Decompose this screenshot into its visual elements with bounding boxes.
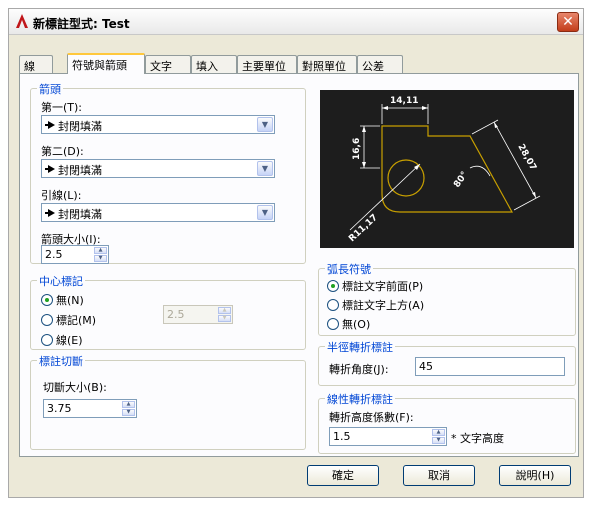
autocad-logo-icon [16, 14, 28, 28]
dim-angle-text: 80° [452, 170, 470, 190]
spin-down-icon[interactable]: ▼ [94, 255, 107, 262]
arrowheads-title: 箭頭 [37, 81, 63, 97]
chevron-down-icon[interactable]: ▼ [257, 117, 273, 132]
jog-height-label: 轉折高度係數(F): [329, 411, 414, 424]
spinner-buttons[interactable]: ▲ ▼ [432, 429, 445, 444]
radius-jog-title: 半徑轉折標註 [325, 339, 395, 355]
arc-none-label: 無(O) [342, 318, 371, 331]
spin-down-icon: ▼ [218, 315, 231, 322]
center-line-radio[interactable]: 線(E) [41, 332, 83, 348]
close-button[interactable]: ✕ [557, 12, 579, 32]
second-arrow-combo[interactable]: 封閉填滿 ▼ [41, 159, 275, 178]
radio-icon[interactable] [41, 334, 53, 346]
jog-angle-input[interactable]: 45 [415, 357, 565, 376]
radio-selected-icon[interactable] [41, 294, 53, 306]
title-bar: 新標註型式: Test ✕ [9, 9, 583, 35]
center-line-label: 線(E) [56, 334, 83, 347]
break-size-spinner[interactable]: 3.75 ▲ ▼ [43, 399, 137, 418]
spinner-buttons: ▲ ▼ [218, 307, 231, 322]
jog-height-suffix: * 文字高度 [451, 432, 504, 445]
center-none-label: 無(N) [56, 294, 84, 307]
spin-up-icon[interactable]: ▲ [122, 401, 135, 408]
center-none-radio[interactable]: 無(N) [41, 292, 84, 308]
tab-fit[interactable]: 填入 [191, 55, 237, 73]
window-title: 新標註型式: Test [33, 17, 130, 31]
linear-jog-group: 線性轉折標註 轉折高度係數(F): 1.5 ▲ ▼ * 文字高度 [318, 391, 576, 454]
dim-top-text: 14,11 [390, 96, 418, 106]
preview-drawing: 14,11 16,6 28,07 80° R11,17 [347, 96, 541, 244]
radio-selected-icon[interactable] [327, 280, 339, 292]
spin-up-icon[interactable]: ▲ [94, 247, 107, 254]
arrow-size-spinner[interactable]: 2.5 ▲ ▼ [41, 245, 109, 264]
arc-above-radio[interactable]: 標註文字上方(A) [327, 297, 424, 313]
break-size-label: 切斷大小(B): [43, 381, 107, 394]
first-arrow-label: 第一(T): [41, 101, 83, 114]
tab-symbols-arrows[interactable]: 符號與箭頭 [67, 53, 145, 74]
arc-before-label: 標註文字前面(P) [342, 280, 424, 293]
tab-tolerances[interactable]: 公差 [357, 55, 403, 73]
dim-right-text: 28,07 [515, 143, 538, 173]
radio-icon[interactable] [327, 318, 339, 330]
arrow-size-value: 2.5 [45, 248, 63, 261]
center-mark-radio[interactable]: 標記(M) [41, 312, 96, 328]
dimension-style-dialog: 新標註型式: Test ✕ 線 符號與箭頭 文字 填入 主要單位 對照單位 公差… [8, 8, 584, 498]
jog-angle-label: 轉折角度(J): [329, 363, 389, 376]
first-arrow-value: 封閉填滿 [58, 120, 102, 133]
leader-arrow-value: 封閉填滿 [58, 208, 102, 221]
spin-down-icon[interactable]: ▼ [432, 437, 445, 444]
center-marks-title: 中心標記 [37, 273, 85, 289]
chevron-down-icon[interactable]: ▼ [257, 205, 273, 220]
radio-icon[interactable] [41, 314, 53, 326]
break-size-value: 3.75 [47, 402, 72, 415]
second-arrow-value: 封閉填滿 [58, 164, 102, 177]
jog-height-spinner[interactable]: 1.5 ▲ ▼ [329, 427, 447, 446]
jog-height-value: 1.5 [333, 430, 351, 443]
dim-break-title: 標註切斷 [37, 353, 85, 369]
arc-symbol-title: 弧長符號 [325, 261, 373, 277]
linear-jog-title: 線性轉折標註 [325, 391, 395, 407]
chevron-down-icon[interactable]: ▼ [257, 161, 273, 176]
arc-none-radio[interactable]: 無(O) [327, 316, 370, 332]
dim-break-group: 標註切斷 切斷大小(B): 3.75 ▲ ▼ [30, 353, 306, 450]
arrowhead-icon [45, 165, 55, 173]
tab-panel: 箭頭 第一(T): 封閉填滿 ▼ 第二(D): 封閉填滿 ▼ 引線(L): 封閉… [19, 73, 579, 457]
leader-arrow-label: 引線(L): [41, 189, 82, 202]
spin-up-icon: ▲ [218, 307, 231, 314]
part-outline [381, 125, 514, 213]
radius-jog-group: 半徑轉折標註 轉折角度(J): 45 [318, 339, 576, 386]
center-size-spinner: 2.5 ▲ ▼ [163, 305, 233, 324]
spin-up-icon[interactable]: ▲ [432, 429, 445, 436]
dimension-preview: 14,11 16,6 28,07 80° R11,17 [320, 90, 574, 248]
arrowhead-icon [45, 209, 55, 217]
spin-down-icon[interactable]: ▼ [122, 409, 135, 416]
spinner-buttons[interactable]: ▲ ▼ [94, 247, 107, 262]
center-mark-label: 標記(M) [56, 314, 97, 327]
tab-lines[interactable]: 線 [19, 55, 53, 73]
center-size-value: 2.5 [167, 308, 185, 321]
center-marks-group: 中心標記 無(N) 標記(M) 線(E) 2.5 ▲ ▼ [30, 273, 306, 350]
help-button[interactable]: 說明(H) [499, 465, 571, 486]
arc-above-label: 標註文字上方(A) [342, 299, 425, 312]
leader-arrow-combo[interactable]: 封閉填滿 ▼ [41, 203, 275, 222]
arc-symbol-group: 弧長符號 標註文字前面(P) 標註文字上方(A) 無(O) [318, 261, 576, 336]
first-arrow-combo[interactable]: 封閉填滿 ▼ [41, 115, 275, 134]
dim-left-text: 16,6 [352, 138, 362, 160]
arrowhead-icon [45, 121, 55, 129]
cancel-button[interactable]: 取消 [403, 465, 475, 486]
tab-alternate-units[interactable]: 對照單位 [297, 55, 357, 73]
radio-icon[interactable] [327, 299, 339, 311]
arc-before-radio[interactable]: 標註文字前面(P) [327, 278, 423, 294]
tab-primary-units[interactable]: 主要單位 [237, 55, 297, 73]
spinner-buttons[interactable]: ▲ ▼ [122, 401, 135, 416]
arrowheads-group: 箭頭 第一(T): 封閉填滿 ▼ 第二(D): 封閉填滿 ▼ 引線(L): 封閉… [30, 81, 306, 264]
tab-text[interactable]: 文字 [145, 55, 191, 73]
second-arrow-label: 第二(D): [41, 145, 84, 158]
ok-button[interactable]: 確定 [307, 465, 379, 486]
